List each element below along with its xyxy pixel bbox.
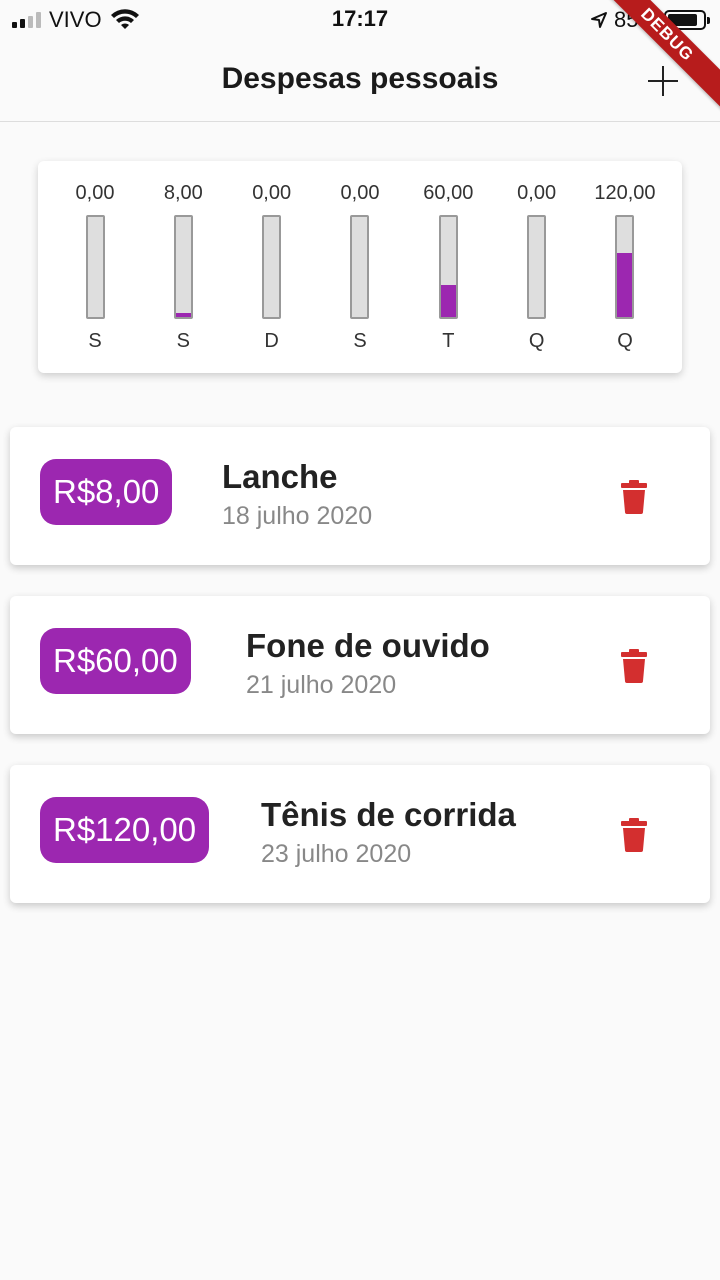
location-arrow-icon <box>590 12 607 28</box>
chart-bar-day-label: Q <box>617 330 633 352</box>
price-badge: R$8,00 <box>40 459 173 525</box>
transaction-info: Lanche 18 julho 2020 <box>222 457 372 533</box>
chart-bar-column: 0,00 S <box>52 179 138 355</box>
transaction-card: R$8,00 Lanche 18 julho 2020 <box>10 427 710 565</box>
chart-bar-fill <box>440 285 456 317</box>
weekly-chart: 0,00 S 8,00 S 0,00 D 0,00 S 60,00 T 0,00 Q 120,00 Q <box>52 179 668 355</box>
weekly-chart-card: 0,00 S 8,00 S 0,00 D 0,00 S 60,00 T 0,00 Q 120,00 Q <box>38 161 682 373</box>
chart-bar-column: 0,00 D <box>229 179 315 355</box>
trash-icon <box>621 480 647 514</box>
trash-icon <box>621 649 647 683</box>
price-badge: R$60,00 <box>40 628 191 694</box>
transaction-date: 23 julho 2020 <box>261 840 412 868</box>
status-bar: VIVO 17:17 85% <box>0 0 720 40</box>
transaction-info: Fone de ouvido 21 julho 2020 <box>246 626 490 702</box>
chart-bar-day-label: S <box>353 330 367 352</box>
delete-button[interactable] <box>620 479 648 515</box>
chart-bar-value: 0,00 <box>75 182 115 204</box>
chart-bar-value: 0,00 <box>517 182 557 204</box>
chart-bar-track <box>615 215 635 319</box>
chart-bar-track <box>262 215 282 319</box>
chart-bar-day-label: T <box>442 330 455 352</box>
chart-bar-day-label: Q <box>528 330 545 352</box>
app-bar: Despesas pessoais <box>0 40 720 122</box>
chart-bar-column: 120,00 Q <box>582 179 668 355</box>
chart-bar-column: 0,00 Q <box>494 179 580 355</box>
chart-bar-day-label: S <box>176 330 190 352</box>
delete-button[interactable] <box>620 648 648 684</box>
chart-bar-track <box>85 215 105 319</box>
chart-bar-day-label: D <box>264 330 279 352</box>
chart-bar-fill <box>175 312 191 317</box>
page-title: Despesas pessoais <box>221 62 499 95</box>
chart-bar-value: 8,00 <box>163 182 203 204</box>
chart-bar-day-label: S <box>88 330 102 352</box>
chart-bar-value: 0,00 <box>340 182 380 204</box>
transaction-title: Lanche <box>222 458 338 495</box>
transaction-card: R$120,00 Tênis de corrida 23 julho 2020 <box>10 765 710 903</box>
chart-bar-track <box>438 215 458 319</box>
chart-bar-column: 60,00 T <box>405 179 491 355</box>
transaction-info: Tênis de corrida 23 julho 2020 <box>261 795 516 871</box>
transaction-card: R$60,00 Fone de ouvido 21 julho 2020 <box>10 596 710 734</box>
chart-bar-fill <box>617 253 633 317</box>
trash-icon <box>621 818 647 852</box>
transaction-list: R$8,00 Lanche 18 julho 2020 R$60,00 Fone de … <box>10 427 710 934</box>
add-expense-button[interactable] <box>644 62 682 100</box>
chart-bar-value: 60,00 <box>423 182 474 204</box>
transaction-title: Fone de ouvido <box>246 627 490 664</box>
transaction-date: 18 julho 2020 <box>222 502 373 530</box>
chart-bar-track <box>350 215 370 319</box>
price-badge: R$120,00 <box>40 797 210 863</box>
transaction-date: 21 julho 2020 <box>246 671 397 699</box>
chart-bar-column: 8,00 S <box>140 179 226 355</box>
chart-bar-track <box>527 215 547 319</box>
chart-bar-track <box>173 215 193 319</box>
delete-button[interactable] <box>620 817 648 853</box>
chart-bar-value: 0,00 <box>252 182 292 204</box>
chart-bar-value: 120,00 <box>594 182 656 204</box>
transaction-title: Tênis de corrida <box>261 796 516 833</box>
chart-bar-column: 0,00 S <box>317 179 403 355</box>
